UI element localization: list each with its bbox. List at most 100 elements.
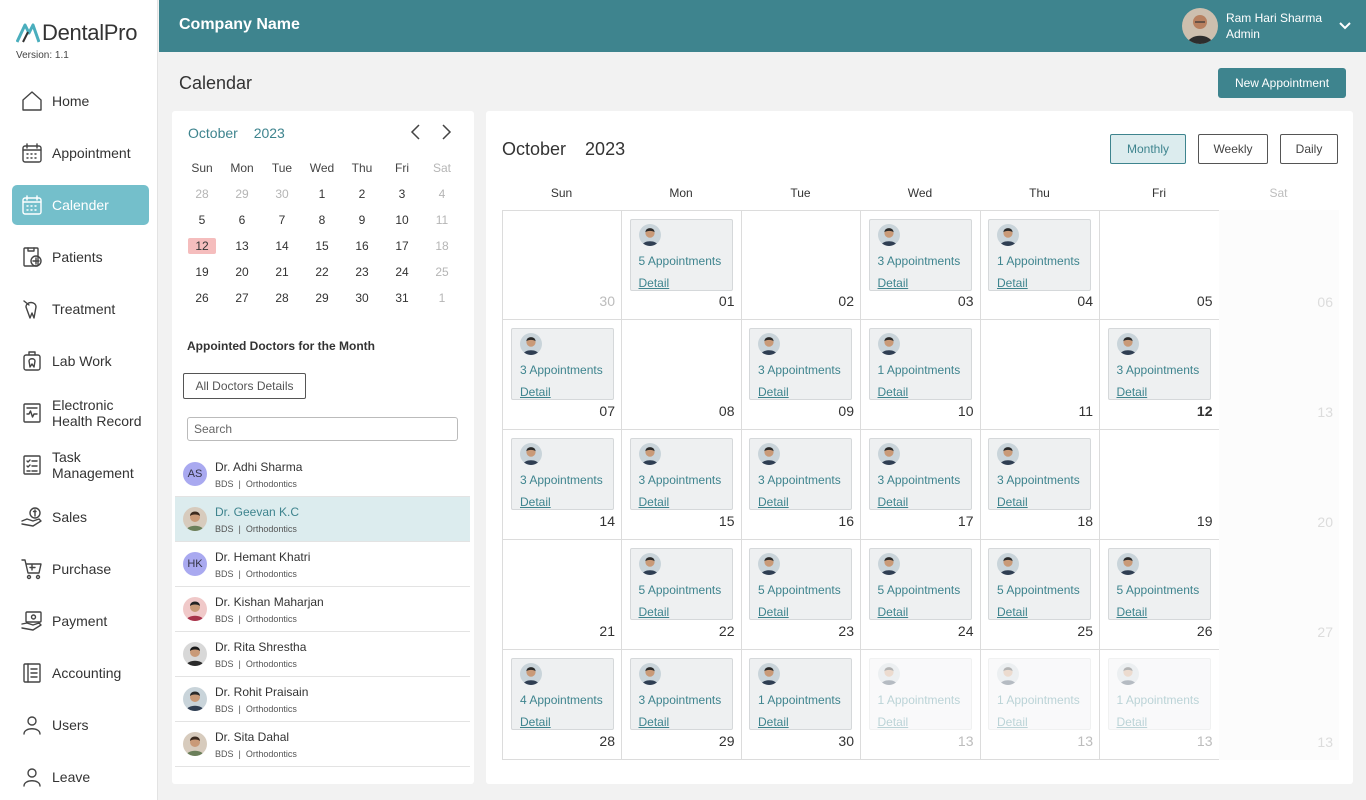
appointment-card[interactable]: 3 Appointments Detail <box>511 328 614 400</box>
appointment-detail-link[interactable]: Detail <box>997 495 1028 509</box>
sidebar-item-appointment[interactable]: Appointment <box>12 133 149 173</box>
doctor-search-input[interactable] <box>187 417 458 441</box>
view-monthly-button[interactable]: Monthly <box>1110 134 1186 164</box>
appointment-detail-link[interactable]: Detail <box>758 605 789 619</box>
appointment-card[interactable]: 1 Appointments Detail <box>988 219 1091 291</box>
doctor-list-item[interactable]: Dr. Rohit Praisain BDS | Orthodontics <box>175 677 470 722</box>
calendar-day-cell[interactable]: 3 Appointments Detail 18 <box>980 430 1100 540</box>
mini-calendar-day[interactable]: 25 <box>422 259 462 285</box>
mini-calendar-day[interactable]: 30 <box>342 285 382 311</box>
calendar-day-cell[interactable]: 1 Appointments Detail 04 <box>980 210 1100 320</box>
sidebar-item-electronic-health-record[interactable]: Electronic Health Record <box>12 393 149 433</box>
appointment-card[interactable]: 3 Appointments Detail <box>868 219 972 291</box>
mini-calendar-day[interactable]: 24 <box>382 259 422 285</box>
sidebar-item-users[interactable]: Users <box>12 705 149 745</box>
sidebar-item-sales[interactable]: Sales <box>12 497 149 537</box>
appointment-card[interactable]: 3 Appointments Detail <box>868 438 972 510</box>
calendar-day-cell[interactable]: 5 Appointments Detail 01 <box>621 210 742 320</box>
mini-calendar-day[interactable]: 1 <box>422 285 462 311</box>
calendar-day-cell[interactable]: 5 Appointments Detail 24 <box>860 540 981 650</box>
calendar-day-cell[interactable]: 20 <box>1219 430 1339 540</box>
appointment-detail-link[interactable]: Detail <box>758 715 789 729</box>
appointment-card[interactable]: 5 Appointments Detail <box>988 548 1091 620</box>
mini-calendar-day[interactable]: 8 <box>302 207 342 233</box>
mini-calendar-day[interactable]: 23 <box>342 259 382 285</box>
calendar-day-cell[interactable]: 1 Appointments Detail 13 <box>1099 650 1220 760</box>
calendar-day-cell[interactable]: 5 Appointments Detail 23 <box>741 540 861 650</box>
doctor-list-item[interactable]: Dr. Rita Shrestha BDS | Orthodontics <box>175 632 470 677</box>
calendar-day-cell[interactable]: 5 Appointments Detail 22 <box>621 540 742 650</box>
mini-calendar-day[interactable]: 31 <box>382 285 422 311</box>
appointment-card[interactable]: 3 Appointments Detail <box>629 658 733 730</box>
calendar-day-cell[interactable]: 08 <box>621 320 742 430</box>
appointment-detail-link[interactable]: Detail <box>758 495 789 509</box>
appointment-detail-link[interactable]: Detail <box>1117 605 1148 619</box>
mini-calendar-day[interactable]: 19 <box>182 259 222 285</box>
sidebar-item-lab-work[interactable]: Lab Work <box>12 341 149 381</box>
chevron-down-icon[interactable] <box>1338 19 1352 33</box>
mini-calendar-day[interactable]: 16 <box>342 233 382 259</box>
mini-calendar-day[interactable]: 17 <box>382 233 422 259</box>
appointment-detail-link[interactable]: Detail <box>997 276 1028 290</box>
calendar-day-cell[interactable]: 11 <box>980 320 1100 430</box>
calendar-day-cell[interactable]: 13 <box>1219 320 1339 430</box>
sidebar-item-calender[interactable]: Calender <box>12 185 149 225</box>
appointment-card[interactable]: 1 Appointments Detail <box>868 328 972 400</box>
appointment-card[interactable]: 5 Appointments Detail <box>1107 548 1211 620</box>
appointment-card[interactable]: 1 Appointments Detail <box>749 658 852 730</box>
appointment-card[interactable]: 3 Appointments Detail <box>511 438 614 510</box>
calendar-day-cell[interactable]: 1 Appointments Detail 13 <box>980 650 1100 760</box>
calendar-day-cell[interactable]: 3 Appointments Detail 12 <box>1099 320 1220 430</box>
mini-calendar-day[interactable]: 3 <box>382 181 422 207</box>
view-weekly-button[interactable]: Weekly <box>1198 134 1268 164</box>
mini-calendar-day[interactable]: 14 <box>262 233 302 259</box>
mini-calendar-day[interactable]: 21 <box>262 259 302 285</box>
mini-calendar-day[interactable]: 28 <box>182 181 222 207</box>
appointment-card[interactable]: 3 Appointments Detail <box>749 438 852 510</box>
appointment-card[interactable]: 3 Appointments Detail <box>629 438 733 510</box>
mini-calendar-day[interactable]: 22 <box>302 259 342 285</box>
appointment-detail-link[interactable]: Detail <box>639 605 670 619</box>
mini-calendar-day[interactable]: 27 <box>222 285 262 311</box>
appointment-detail-link[interactable]: Detail <box>520 495 551 509</box>
mini-calendar-day[interactable]: 2 <box>342 181 382 207</box>
appointment-card[interactable]: 5 Appointments Detail <box>629 219 733 291</box>
doctor-list-item[interactable]: Dr. Geevan K.C BDS | Orthodontics <box>175 497 470 542</box>
mini-calendar-day[interactable]: 13 <box>222 233 262 259</box>
mini-calendar-day[interactable]: 1 <box>302 181 342 207</box>
appointment-card[interactable]: 3 Appointments Detail <box>749 328 852 400</box>
mini-calendar-day[interactable]: 6 <box>222 207 262 233</box>
chevron-left-icon[interactable] <box>408 123 424 141</box>
appointment-card[interactable]: 3 Appointments Detail <box>988 438 1091 510</box>
mini-calendar-day[interactable]: 9 <box>342 207 382 233</box>
appointment-detail-link[interactable]: Detail <box>997 715 1028 729</box>
appointment-card[interactable]: 5 Appointments Detail <box>629 548 733 620</box>
appointment-detail-link[interactable]: Detail <box>1117 715 1148 729</box>
sidebar-item-payment[interactable]: Payment <box>12 601 149 641</box>
doctor-list-item[interactable]: Dr. Kishan Maharjan BDS | Orthodontics <box>175 587 470 632</box>
calendar-day-cell[interactable]: 3 Appointments Detail 14 <box>502 430 622 540</box>
appointment-detail-link[interactable]: Detail <box>878 276 909 290</box>
mini-calendar-day[interactable]: 29 <box>302 285 342 311</box>
appointment-detail-link[interactable]: Detail <box>639 715 670 729</box>
sidebar-item-treatment[interactable]: Treatment <box>12 289 149 329</box>
appointment-detail-link[interactable]: Detail <box>878 385 909 399</box>
calendar-day-cell[interactable]: 3 Appointments Detail 15 <box>621 430 742 540</box>
mini-calendar-day[interactable]: 11 <box>422 207 462 233</box>
appointment-detail-link[interactable]: Detail <box>639 495 670 509</box>
appointment-detail-link[interactable]: Detail <box>1117 385 1148 399</box>
sidebar-item-accounting[interactable]: Accounting <box>12 653 149 693</box>
sidebar-item-purchase[interactable]: Purchase <box>12 549 149 589</box>
all-doctors-details-button[interactable]: All Doctors Details <box>183 373 306 399</box>
calendar-day-cell[interactable]: 4 Appointments Detail 28 <box>502 650 622 760</box>
appointment-detail-link[interactable]: Detail <box>878 605 909 619</box>
calendar-day-cell[interactable]: 3 Appointments Detail 07 <box>502 320 622 430</box>
doctor-list-item[interactable]: AS Dr. Adhi Sharma BDS | Orthodontics <box>175 452 470 497</box>
appointment-card[interactable]: 1 Appointments Detail <box>1107 658 1211 730</box>
calendar-day-cell[interactable]: 1 Appointments Detail 13 <box>860 650 981 760</box>
appointment-detail-link[interactable]: Detail <box>520 385 551 399</box>
chevron-right-icon[interactable] <box>438 123 454 141</box>
calendar-day-cell[interactable]: 30 <box>502 210 622 320</box>
mini-calendar-day[interactable]: 7 <box>262 207 302 233</box>
appointment-detail-link[interactable]: Detail <box>758 385 789 399</box>
